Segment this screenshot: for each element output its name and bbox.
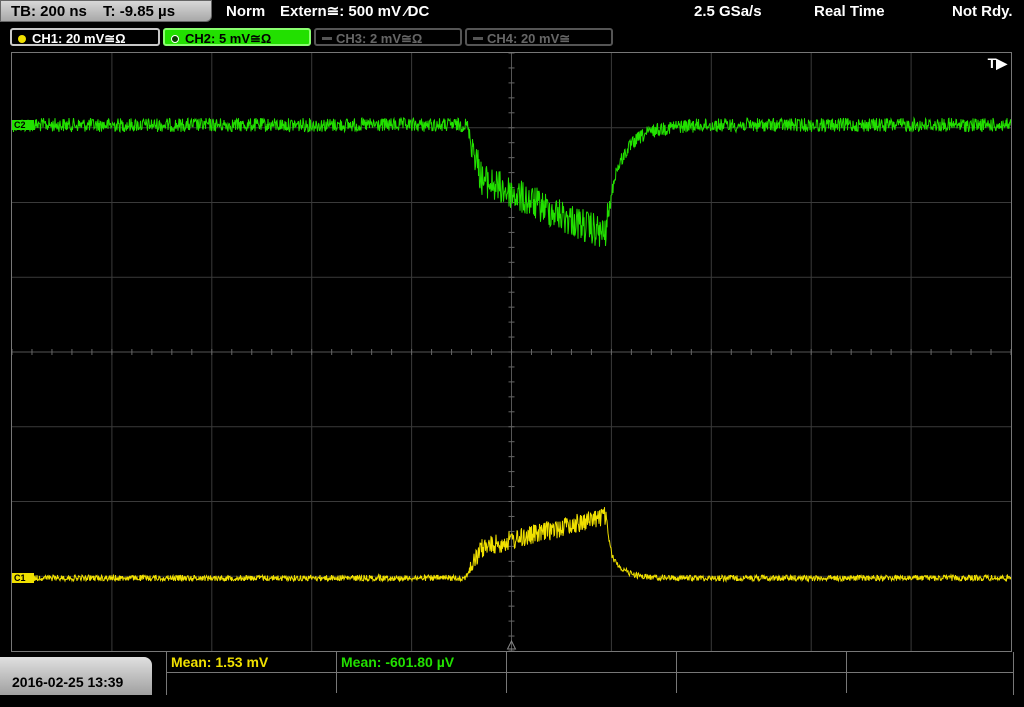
measurement-slot-8[interactable] (507, 673, 677, 693)
channel-2-tab[interactable]: CH2: 5 mV≅Ω (163, 28, 311, 46)
channel-4-tab[interactable]: CH4: 20 mV≅ (465, 28, 613, 46)
measurement-ch1-mean[interactable]: Mean: 1.53 mV (167, 652, 337, 672)
measurement-slot-5[interactable] (847, 652, 1013, 672)
status-bar: TB: 200 ns T: -9.85 µs Norm Extern≅: 500… (0, 0, 1024, 26)
waveform-display[interactable]: C2 C1 T▶ (11, 52, 1012, 652)
channel-1-dot-icon (18, 35, 26, 43)
channel-2-label: CH2: 5 mV≅Ω (185, 31, 272, 46)
trigger-time-value: T: -9.85 µs (103, 3, 176, 20)
channel-3-off-icon (322, 37, 332, 40)
channel-tabs: CH1: 20 mV≅Ω CH2: 5 mV≅Ω CH3: 2 mV≅Ω CH4… (0, 26, 1024, 48)
timebase-panel[interactable]: TB: 200 ns T: -9.85 µs (0, 0, 212, 22)
measurement-slot-3[interactable] (507, 652, 677, 672)
measurement-ch2-mean[interactable]: Mean: -601.80 µV (337, 652, 507, 672)
datetime-value: 2016-02-25 13:39 (12, 674, 124, 690)
channel-1-tab[interactable]: CH1: 20 mV≅Ω (10, 28, 160, 46)
sample-rate: 2.5 GSa/s (694, 3, 762, 20)
trigger-position-indicator: T▶ (987, 55, 1007, 71)
channel-4-off-icon (473, 37, 483, 40)
acquisition-state: Not Rdy. (952, 3, 1013, 20)
channel-2-ground-marker: C2 (14, 120, 26, 130)
acquisition-mode: Real Time (814, 3, 885, 20)
datetime-panel: 2016-02-25 13:39 (0, 657, 152, 695)
timebase-value: TB: 200 ns (11, 3, 87, 20)
channel-1-label: CH1: 20 mV≅Ω (32, 31, 126, 46)
measurement-table[interactable]: Mean: 1.53 mV Mean: -601.80 µV (166, 652, 1014, 695)
measurement-slot-9[interactable] (677, 673, 847, 693)
channel-2-dot-icon (171, 35, 179, 43)
measurement-slot-10[interactable] (847, 673, 1013, 693)
trigger-source[interactable]: Extern≅: 500 mV ⁄DC (280, 0, 429, 24)
channel-3-tab[interactable]: CH3: 2 mV≅Ω (314, 28, 462, 46)
trigger-mode[interactable]: Norm (226, 0, 265, 24)
channel-4-label: CH4: 20 mV≅ (487, 31, 571, 46)
measurement-slot-7[interactable] (337, 673, 507, 693)
channel-3-label: CH3: 2 mV≅Ω (336, 31, 423, 46)
measurement-slot-4[interactable] (677, 652, 847, 672)
measurement-slot-6[interactable] (167, 673, 337, 693)
channel-1-ground-marker: C1 (14, 573, 26, 583)
waveform-canvas: C2 C1 (12, 53, 1011, 651)
